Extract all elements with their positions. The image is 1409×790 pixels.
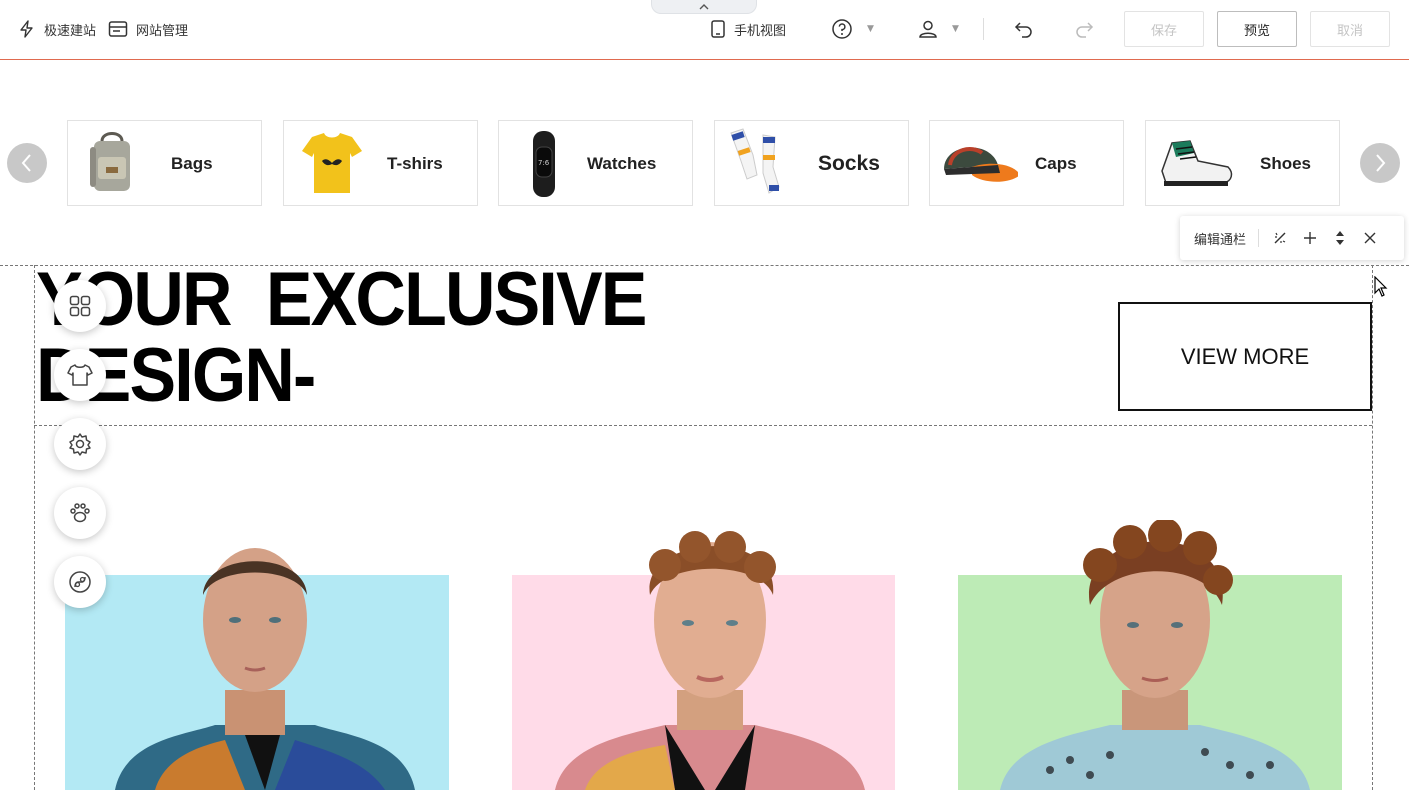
- site-manage-icon: [108, 21, 128, 37]
- redo-button[interactable]: [1074, 0, 1102, 58]
- category-card-watches[interactable]: 7:6 Watches: [498, 120, 693, 206]
- model-photo-3: [1000, 520, 1310, 790]
- edit-section-toolbar: 编辑通栏: [1180, 216, 1404, 260]
- settings-button[interactable]: [54, 418, 106, 470]
- magic-wand-button[interactable]: [1265, 223, 1295, 253]
- mobile-view-label: 手机视图: [734, 23, 787, 39]
- link-icon: [69, 571, 91, 593]
- mouse-cursor-icon: [1374, 276, 1388, 297]
- quick-build-label: 极速建站: [44, 23, 97, 39]
- bag-image: [90, 132, 130, 191]
- cancel-button[interactable]: 取消: [1310, 11, 1390, 47]
- plus-icon: [1304, 232, 1317, 244]
- socks-image: [730, 128, 780, 194]
- components-button[interactable]: [54, 280, 106, 332]
- lightning-icon: [20, 20, 33, 38]
- quick-build-button[interactable]: 极速建站: [18, 0, 96, 58]
- save-button[interactable]: 保存: [1124, 11, 1204, 47]
- divider: [1258, 229, 1260, 247]
- undo-button[interactable]: [1014, 0, 1042, 58]
- grid-icon: [69, 295, 91, 317]
- user-dropdown[interactable]: ▼: [918, 0, 959, 58]
- carousel-next-button[interactable]: [1360, 143, 1400, 183]
- delete-section-button[interactable]: [1355, 223, 1385, 253]
- user-icon: [919, 20, 937, 38]
- sort-arrows-icon: [1336, 231, 1345, 245]
- close-icon: [1364, 232, 1376, 244]
- category-label: Socks: [818, 152, 880, 175]
- cap-image: [944, 147, 1018, 182]
- site-manage-label: 网站管理: [136, 23, 189, 39]
- paw-icon: [70, 503, 90, 523]
- watch-image: 7:6: [533, 131, 555, 197]
- category-card-tshirts[interactable]: T-shirs: [283, 120, 478, 206]
- plugins-button[interactable]: [54, 487, 106, 539]
- mobile-phone-icon: [711, 20, 725, 38]
- category-label: Watches: [587, 154, 657, 173]
- magic-wand-icon: [1274, 232, 1286, 244]
- edit-section-button[interactable]: 编辑通栏: [1194, 229, 1246, 248]
- help-dropdown[interactable]: ▼: [831, 0, 874, 58]
- model-photo-2: [555, 531, 865, 790]
- model-photo-1: [115, 548, 415, 790]
- site-manage-button[interactable]: 网站管理: [108, 0, 188, 58]
- category-card-caps[interactable]: Caps: [929, 120, 1124, 206]
- caret-down-icon: ▼: [867, 24, 874, 34]
- add-section-button[interactable]: [1295, 223, 1325, 253]
- view-more-button[interactable]: VIEW MORE: [1118, 302, 1372, 411]
- gear-icon: [69, 433, 91, 456]
- category-card-bags[interactable]: Bags: [67, 120, 262, 206]
- tshirt-image: [302, 133, 362, 193]
- chevron-left-icon: [21, 154, 31, 172]
- theme-button[interactable]: [54, 349, 106, 401]
- tshirt-icon: [67, 364, 93, 386]
- category-label: T-shirs: [387, 154, 443, 173]
- carousel-prev-button[interactable]: [7, 143, 47, 183]
- section-boundary: [34, 265, 35, 790]
- category-card-socks[interactable]: Socks: [714, 120, 909, 206]
- mobile-view-button[interactable]: 手机视图: [710, 0, 786, 58]
- category-label: Shoes: [1260, 154, 1312, 173]
- links-button[interactable]: [54, 556, 106, 608]
- section-boundary: [34, 425, 1372, 426]
- chevron-right-icon: [1376, 154, 1386, 172]
- section-boundary: [1372, 265, 1373, 790]
- svg-text:7:6: 7:6: [538, 159, 550, 167]
- chevron-up-icon: [699, 4, 709, 10]
- toolbar-divider: [983, 18, 984, 40]
- help-icon: [832, 19, 852, 39]
- undo-icon: [1014, 22, 1032, 38]
- category-card-shoes[interactable]: Shoes: [1145, 120, 1340, 206]
- preview-button[interactable]: 预览: [1217, 11, 1297, 47]
- caret-down-icon: ▼: [952, 24, 959, 34]
- move-section-button[interactable]: [1325, 223, 1355, 253]
- category-label: Caps: [1035, 154, 1077, 173]
- editor-toolbar: 极速建站 网站管理 手机视图 ▼ ▼ 保存 预览 取消: [0, 0, 1409, 60]
- hero-headline: YOUR EXCLUSIVE DESIGN-: [36, 257, 647, 418]
- shoe-image: [1161, 140, 1233, 186]
- redo-icon: [1076, 22, 1094, 38]
- category-label: Bags: [171, 154, 213, 173]
